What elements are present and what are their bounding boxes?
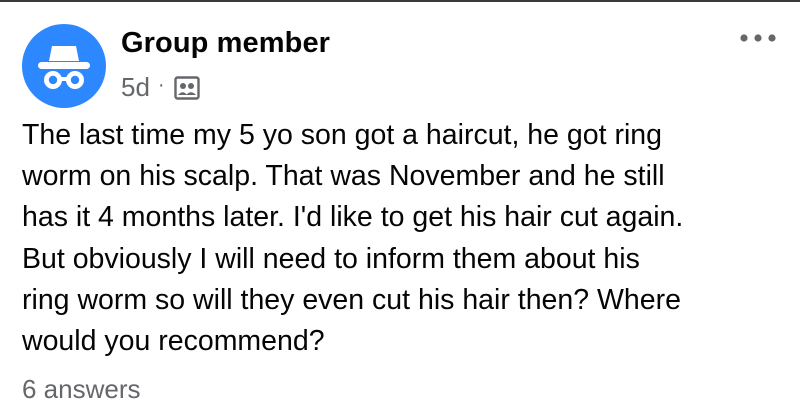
meta-separator: · — [157, 73, 165, 96]
anonymous-member-icon — [38, 46, 90, 89]
group-post: Group member 5d · The last time my 5 yo … — [0, 0, 800, 419]
author-name[interactable]: Group member — [121, 27, 330, 60]
more-options-icon — [740, 34, 776, 42]
more-options-button[interactable] — [736, 28, 780, 48]
post-meta: 5d · — [121, 72, 200, 102]
avatar[interactable] — [22, 24, 106, 108]
group-members-icon — [173, 76, 200, 100]
post-timestamp[interactable]: 5d — [121, 72, 150, 103]
post-body: The last time my 5 yo son got a haircut,… — [22, 119, 684, 358]
top-divider — [0, 0, 800, 2]
answers-link[interactable]: 6 answers — [22, 374, 141, 405]
